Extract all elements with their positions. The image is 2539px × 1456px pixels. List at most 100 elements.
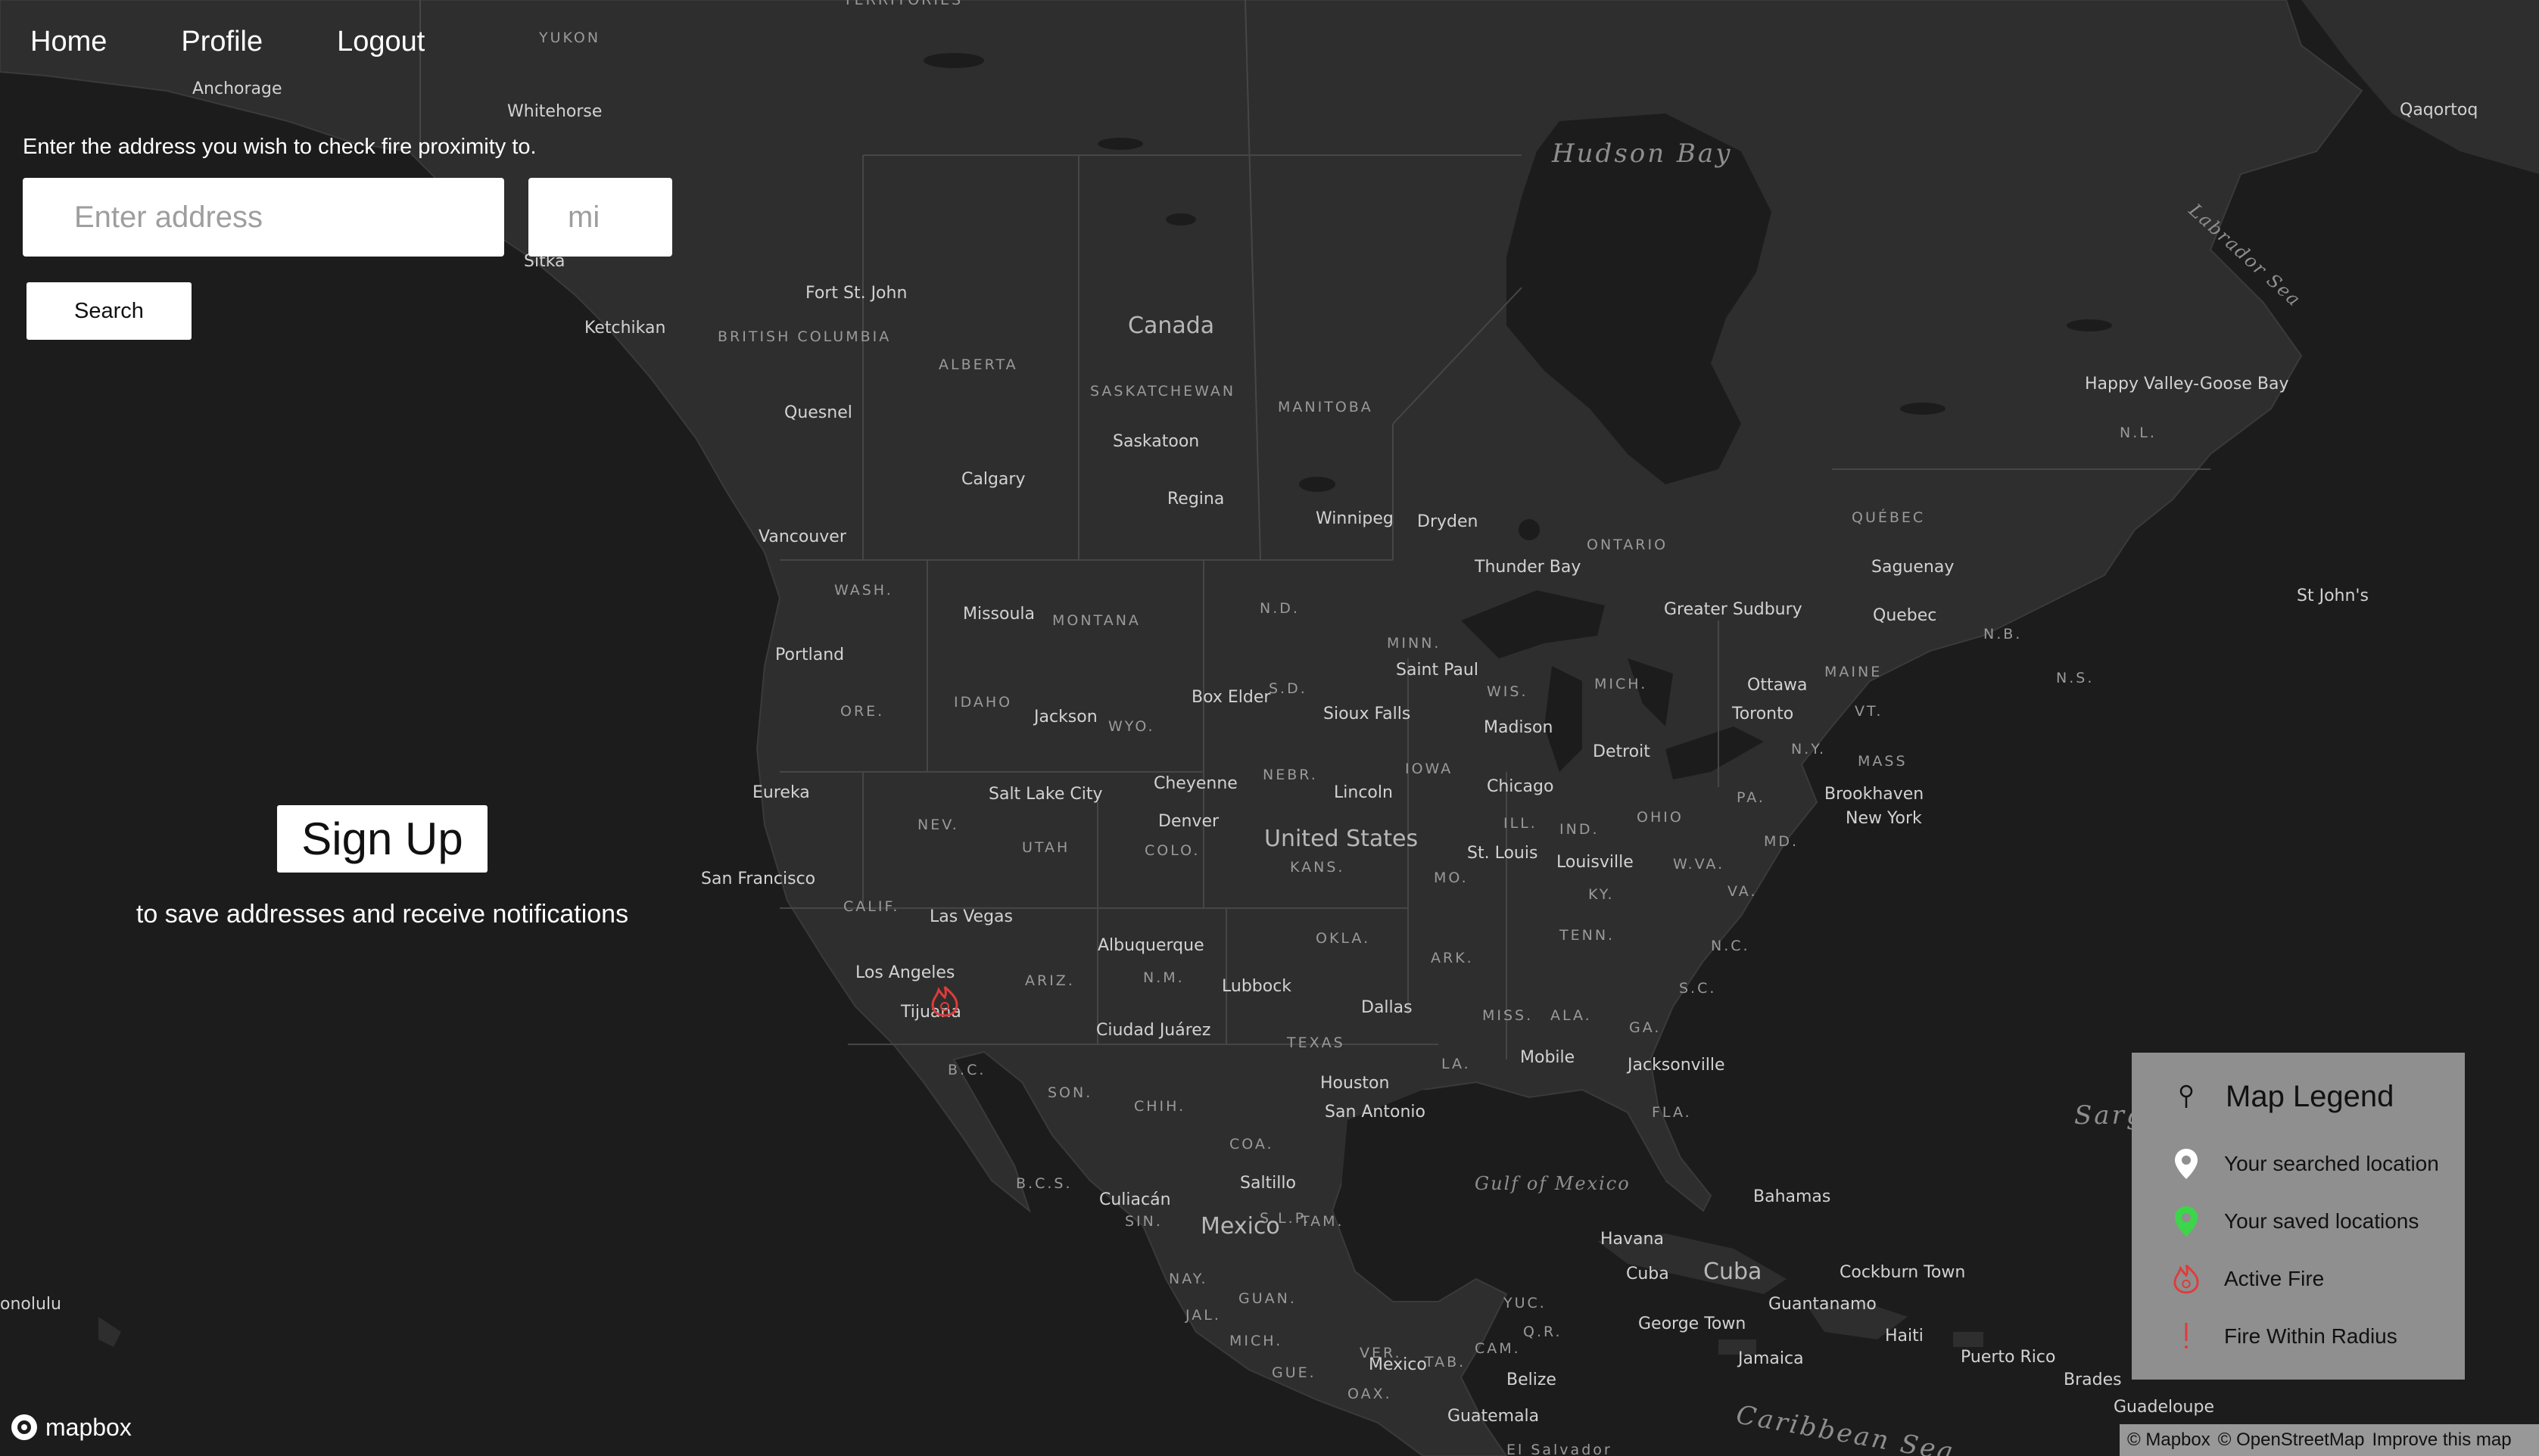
svg-text:Thunder Bay: Thunder Bay	[1474, 558, 1581, 577]
svg-text:W.VA.: W.VA.	[1673, 856, 1724, 873]
svg-text:Lubbock: Lubbock	[1222, 977, 1291, 996]
water-label-hudson: Hudson Bay	[1551, 138, 1732, 169]
svg-text:Toronto: Toronto	[1731, 705, 1793, 723]
svg-text:Guadeloupe: Guadeloupe	[2114, 1398, 2214, 1417]
svg-text:Cheyenne: Cheyenne	[1154, 774, 1238, 793]
svg-text:Salt Lake City: Salt Lake City	[989, 785, 1103, 804]
signup-button[interactable]: Sign Up	[277, 805, 488, 873]
svg-text:S.L.P.: S.L.P.	[1260, 1210, 1310, 1227]
search-button[interactable]: Search	[26, 282, 192, 340]
svg-text:Jacksonville: Jacksonville	[1626, 1056, 1725, 1075]
svg-text:GA.: GA.	[1629, 1019, 1661, 1036]
mapbox-logo-text: mapbox	[45, 1413, 132, 1441]
svg-text:New York: New York	[1846, 809, 1922, 828]
svg-text:Sioux Falls: Sioux Falls	[1323, 705, 1410, 723]
legend-item-active-fire: Active Fire	[2165, 1250, 2465, 1308]
nav-profile-link[interactable]: Profile	[181, 21, 263, 63]
svg-text:BRITISH COLUMBIA: BRITISH COLUMBIA	[718, 328, 891, 345]
svg-text:YUC.: YUC.	[1503, 1295, 1547, 1311]
svg-text:Dryden: Dryden	[1417, 512, 1478, 531]
search-panel: Enter the address you wish to check fire…	[23, 135, 672, 340]
svg-text:JAL.: JAL.	[1185, 1307, 1221, 1324]
svg-text:TENN.: TENN.	[1559, 927, 1615, 944]
svg-text:Brades: Brades	[2064, 1370, 2122, 1389]
country-label-cuba: Cuba	[1703, 1258, 1762, 1285]
svg-text:Belize: Belize	[1506, 1370, 1556, 1389]
svg-text:MISS.: MISS.	[1482, 1007, 1533, 1024]
svg-text:KANS.: KANS.	[1290, 859, 1344, 876]
legend-item-searched: Your searched location	[2165, 1135, 2465, 1193]
svg-text:SIN.: SIN.	[1125, 1213, 1163, 1230]
country-label-us: United States	[1264, 826, 1418, 852]
svg-text:Los Angeles: Los Angeles	[855, 963, 955, 982]
svg-text:GUE.: GUE.	[1272, 1364, 1316, 1381]
attribution-osm-link[interactable]: © OpenStreetMap	[2218, 1430, 2365, 1451]
svg-text:ALBERTA: ALBERTA	[939, 356, 1018, 373]
svg-text:TERRITORIES: TERRITORIES	[843, 0, 963, 8]
legend-label-active-fire: Active Fire	[2224, 1267, 2325, 1290]
svg-text:Albuquerque: Albuquerque	[1098, 936, 1204, 955]
map-legend: Map Legend Your searched location Your s…	[2132, 1053, 2465, 1380]
svg-text:Jackson: Jackson	[1033, 708, 1098, 726]
svg-text:CALIF.: CALIF.	[843, 898, 899, 915]
exclamation-icon	[2173, 1320, 2200, 1353]
address-input[interactable]	[23, 178, 504, 257]
svg-text:N.S.: N.S.	[2056, 670, 2094, 686]
svg-text:Lincoln: Lincoln	[1334, 783, 1393, 802]
legend-item-saved: Your saved locations	[2165, 1193, 2465, 1250]
svg-text:Anchorage: Anchorage	[192, 79, 282, 98]
svg-text:onolulu: onolulu	[0, 1295, 61, 1314]
svg-text:ARIZ.: ARIZ.	[1025, 972, 1075, 989]
svg-text:N.B.: N.B.	[1983, 626, 2022, 642]
search-row	[23, 178, 672, 257]
svg-text:St John's: St John's	[2297, 586, 2369, 605]
nav-home-link[interactable]: Home	[30, 21, 107, 63]
svg-text:KY.: KY.	[1588, 886, 1615, 903]
mapbox-logo[interactable]: mapbox	[9, 1412, 132, 1442]
svg-text:Brookhaven: Brookhaven	[1824, 785, 1924, 804]
nav-logout-link[interactable]: Logout	[337, 21, 425, 63]
svg-text:Dallas: Dallas	[1361, 998, 1413, 1017]
svg-text:MONTANA: MONTANA	[1052, 612, 1141, 629]
svg-text:Saskatoon: Saskatoon	[1113, 432, 1199, 451]
signup-note: to save addresses and receive notificati…	[136, 900, 629, 929]
svg-text:MICH.: MICH.	[1229, 1333, 1282, 1349]
svg-text:B.C.: B.C.	[948, 1062, 986, 1078]
svg-text:Whitehorse: Whitehorse	[507, 102, 602, 121]
svg-text:Greater Sudbury: Greater Sudbury	[1664, 600, 1802, 619]
svg-text:Guantanamo: Guantanamo	[1768, 1295, 1877, 1314]
pin-outline-icon	[2173, 1081, 2200, 1114]
app-root: Hudson Bay Labrador Sea Sargasso Sea Gul…	[0, 0, 2539, 1456]
svg-text:Cuba: Cuba	[1626, 1265, 1669, 1283]
svg-text:OHIO: OHIO	[1637, 809, 1684, 826]
svg-text:CHIH.: CHIH.	[1134, 1098, 1185, 1115]
svg-text:S.D.: S.D.	[1269, 680, 1307, 697]
svg-text:Quebec: Quebec	[1873, 606, 1936, 625]
svg-text:COLO.: COLO.	[1145, 842, 1200, 859]
attribution-mapbox-link[interactable]: © Mapbox	[2127, 1430, 2210, 1451]
water-label-gulf: Gulf of Mexico	[1475, 1173, 1631, 1194]
svg-text:TAB.: TAB.	[1424, 1354, 1466, 1370]
svg-text:Las Vegas: Las Vegas	[930, 907, 1013, 926]
svg-text:COA.: COA.	[1229, 1136, 1274, 1153]
svg-text:Detroit: Detroit	[1593, 742, 1650, 761]
svg-text:N.C.: N.C.	[1711, 938, 1750, 954]
attribution-improve-link[interactable]: Improve this map	[2372, 1430, 2512, 1451]
svg-text:Vancouver: Vancouver	[759, 527, 847, 546]
svg-text:Saint Paul: Saint Paul	[1396, 661, 1478, 680]
signup-section: Sign Up to save addresses and receive no…	[0, 805, 765, 929]
svg-text:Chicago: Chicago	[1487, 777, 1553, 796]
svg-text:Cockburn Town: Cockburn Town	[1840, 1263, 1965, 1282]
svg-text:San Antonio: San Antonio	[1325, 1103, 1425, 1122]
top-nav: Home Profile Logout	[30, 21, 499, 63]
radius-input[interactable]	[528, 178, 672, 257]
svg-text:Puerto Rico: Puerto Rico	[1961, 1348, 2055, 1367]
svg-text:Q.R.: Q.R.	[1523, 1324, 1562, 1340]
svg-text:B.C.S.: B.C.S.	[1016, 1175, 1072, 1192]
svg-text:Portland: Portland	[775, 646, 844, 664]
svg-text:Mobile: Mobile	[1520, 1048, 1575, 1067]
svg-text:Culiacán: Culiacán	[1099, 1190, 1171, 1209]
svg-text:NEBR.: NEBR.	[1263, 767, 1318, 783]
svg-text:GUAN.: GUAN.	[1238, 1290, 1297, 1307]
svg-text:Missoula: Missoula	[963, 605, 1035, 624]
